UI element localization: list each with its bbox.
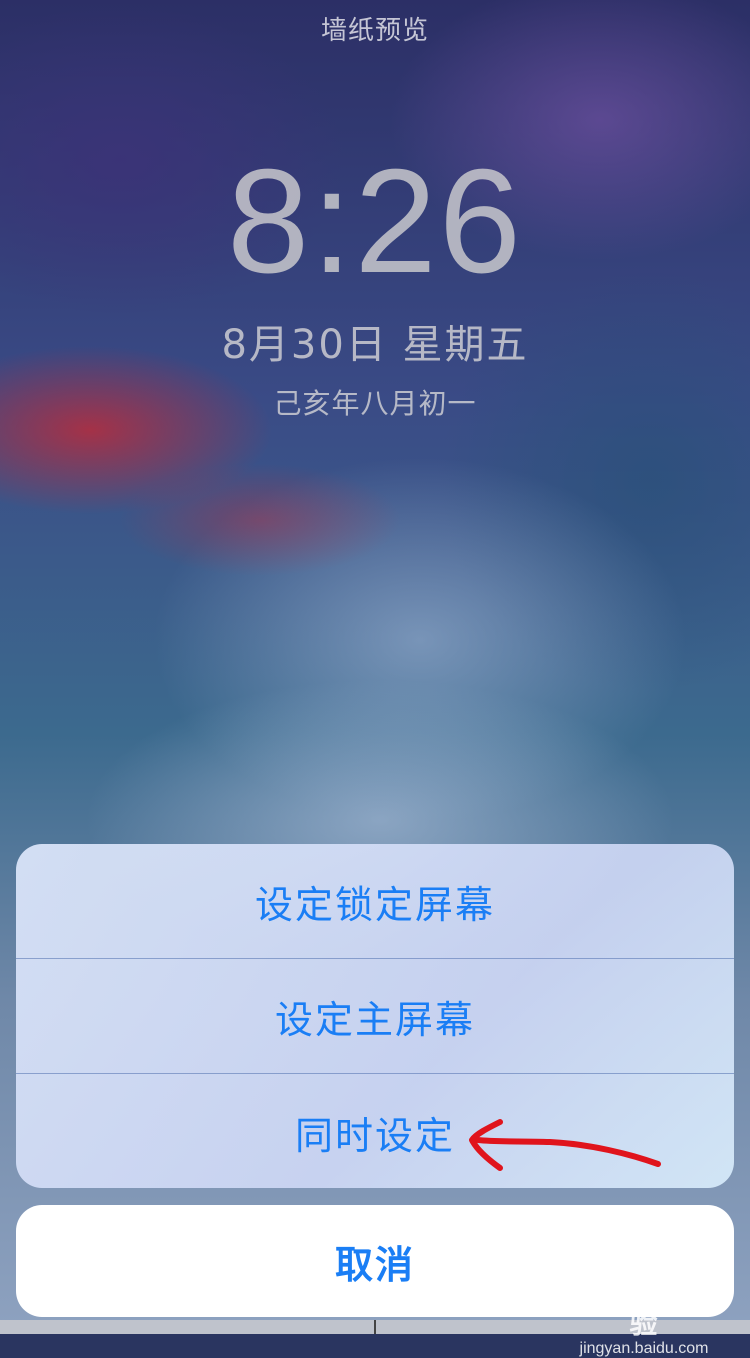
watermark-logo-text: Bai du 经验 (579, 1268, 709, 1339)
watermark-url-text: jingyan.baidu.com (579, 1340, 709, 1357)
lockscreen-date: 8月30日 星期五 (221, 322, 529, 368)
lockscreen-lunar-date: 己亥年八月初一 (273, 387, 477, 420)
red-hand-drawn-arrow-icon (469, 1119, 661, 1171)
set-home-screen-button[interactable]: 设定主屏幕 (16, 959, 734, 1074)
lockscreen-clock: 8:26 (226, 139, 524, 304)
bottom-toolbar-divider (374, 1320, 376, 1334)
page-title: 墙纸预览 (320, 16, 429, 46)
set-lock-screen-button[interactable]: 设定锁定屏幕 (16, 844, 734, 959)
baidu-jingyan-watermark: Bai du 经验 jingyan.baidu.com (574, 1262, 714, 1358)
